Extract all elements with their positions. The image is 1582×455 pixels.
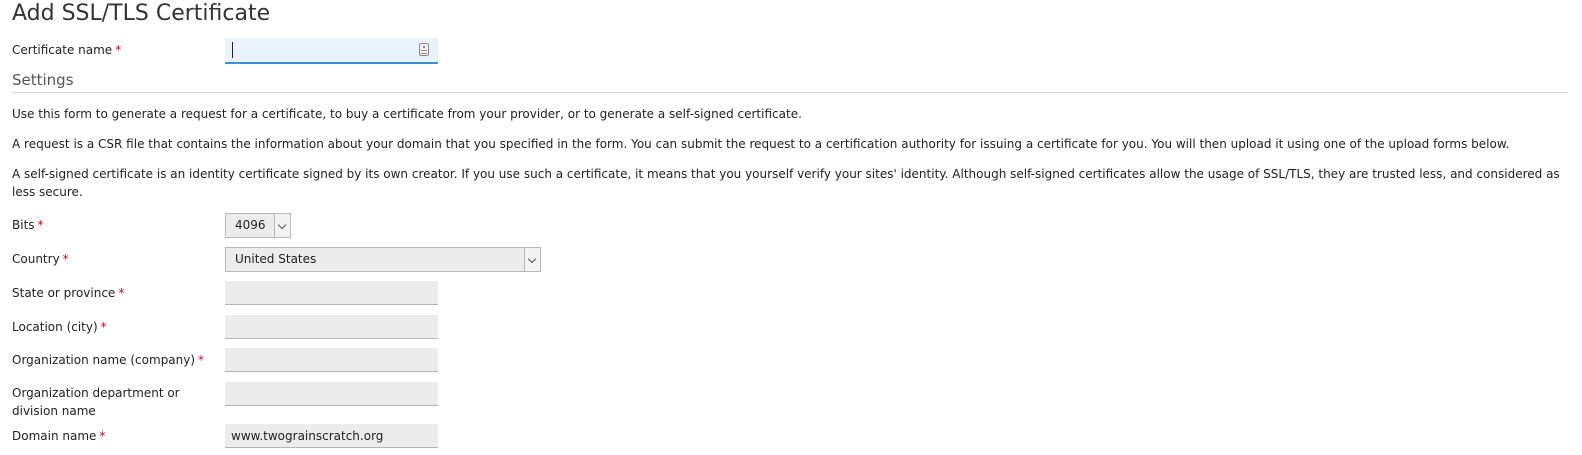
location-label-text: Location (city) bbox=[12, 320, 98, 334]
bits-label-text: Bits bbox=[12, 218, 35, 232]
certificate-name-label: Certificate name * bbox=[12, 41, 121, 59]
bits-select[interactable]: 4096 bbox=[225, 213, 291, 238]
section-divider bbox=[12, 92, 1568, 93]
required-marker: * bbox=[198, 353, 205, 367]
chevron-down-icon[interactable] bbox=[524, 248, 540, 271]
settings-section-title: Settings bbox=[12, 71, 74, 89]
domain-label: Domain name * bbox=[12, 427, 105, 445]
required-marker: * bbox=[115, 43, 122, 57]
organization-input[interactable] bbox=[225, 348, 438, 372]
chevron-down-icon[interactable] bbox=[274, 214, 290, 237]
required-marker: * bbox=[100, 320, 107, 334]
bits-label: Bits * bbox=[12, 216, 44, 234]
domain-label-text: Domain name bbox=[12, 429, 97, 443]
certificate-name-label-text: Certificate name bbox=[12, 43, 113, 57]
department-label: Organization department or division name bbox=[12, 386, 180, 418]
settings-intro-paragraph: Use this form to generate a request for … bbox=[12, 107, 802, 121]
country-select[interactable]: United States bbox=[225, 247, 541, 272]
country-label: Country * bbox=[12, 250, 69, 268]
contact-card-icon[interactable] bbox=[419, 43, 429, 56]
settings-csr-paragraph: A request is a CSR file that contains th… bbox=[12, 137, 1510, 151]
department-input[interactable] bbox=[225, 382, 438, 406]
bits-selected-value: 4096 bbox=[235, 218, 266, 232]
settings-self-signed-paragraph: A self-signed certificate is an identity… bbox=[12, 167, 1560, 199]
domain-input[interactable] bbox=[225, 424, 438, 448]
required-marker: * bbox=[99, 429, 106, 443]
location-label: Location (city) * bbox=[12, 318, 107, 336]
state-label-text: State or province bbox=[12, 286, 116, 300]
text-cursor bbox=[232, 42, 233, 58]
page-title: Add SSL/TLS Certificate bbox=[12, 1, 271, 26]
organization-label: Organization name (company) * bbox=[12, 351, 204, 369]
country-selected-value: United States bbox=[235, 252, 317, 266]
state-label: State or province * bbox=[12, 284, 124, 302]
required-marker: * bbox=[118, 286, 125, 300]
required-marker: * bbox=[37, 218, 44, 232]
state-input[interactable] bbox=[225, 281, 438, 305]
country-label-text: Country bbox=[12, 252, 60, 266]
location-input[interactable] bbox=[225, 315, 438, 339]
certificate-name-input[interactable] bbox=[225, 38, 438, 64]
organization-label-text: Organization name (company) bbox=[12, 353, 196, 367]
required-marker: * bbox=[62, 252, 69, 266]
